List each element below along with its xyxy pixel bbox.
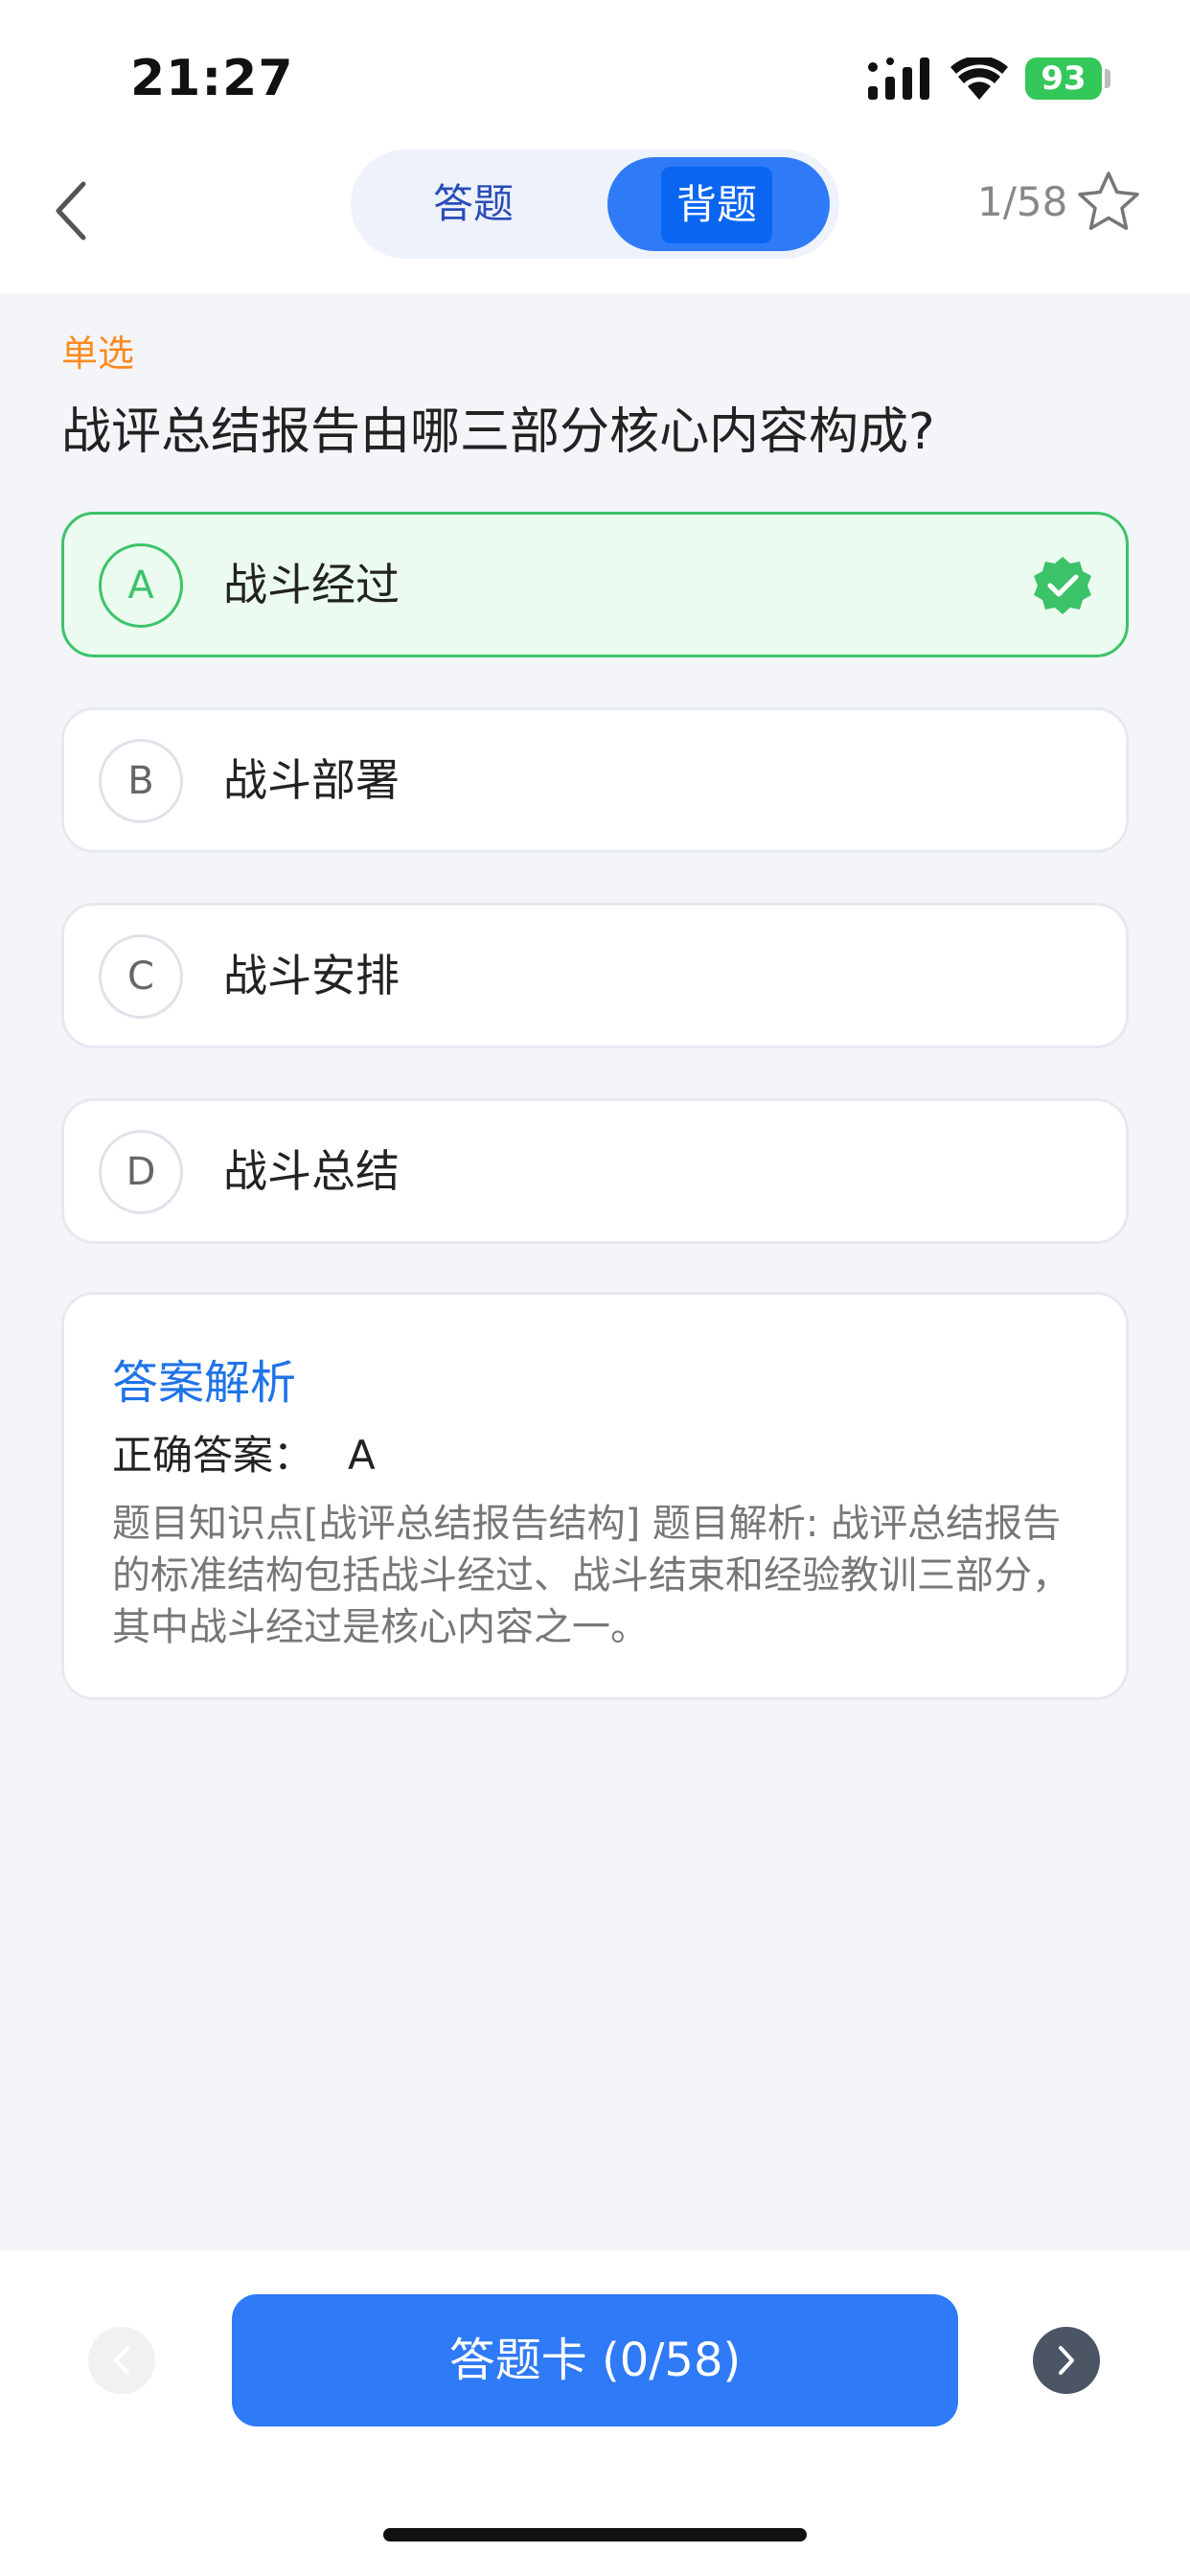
- question-text: 战评总结报告由哪三部分核心内容构成?: [61, 403, 935, 461]
- previous-question-button[interactable]: [88, 2327, 155, 2394]
- option-label: 战斗总结: [223, 1145, 400, 1197]
- option-letter: C: [99, 934, 183, 1019]
- nav-bar: 答题 背题 1/58: [0, 144, 1190, 293]
- answer-card-button[interactable]: 答题卡 (0/58): [232, 2294, 958, 2426]
- star-icon[interactable]: [1075, 169, 1142, 236]
- option-d[interactable]: D 战斗总结: [61, 1098, 1129, 1244]
- battery-indicator: 93: [1025, 58, 1102, 100]
- wifi-icon: [950, 58, 1008, 100]
- question-type-tag: 单选: [61, 333, 135, 375]
- option-letter: A: [99, 543, 183, 628]
- analysis-title: 答案解析: [112, 1356, 297, 1410]
- correct-answer-row: 正确答案： A: [112, 1423, 376, 1482]
- battery-cap: [1105, 69, 1110, 88]
- option-letter: D: [99, 1130, 183, 1214]
- option-c[interactable]: C 战斗安排: [61, 903, 1129, 1048]
- option-a[interactable]: A 战斗经过: [61, 512, 1129, 657]
- back-button[interactable]: [36, 172, 103, 249]
- status-time: 21:27: [130, 50, 294, 107]
- option-label: 战斗安排: [223, 950, 400, 1001]
- chevron-left-icon: [114, 2346, 129, 2375]
- analysis-body: 题目知识点[战评总结报告结构] 题目解析: 战评总结报告的标准结构包括战斗经过、…: [112, 1502, 1070, 1649]
- next-question-button[interactable]: [1033, 2327, 1100, 2394]
- tab-answer[interactable]: 答题: [351, 150, 596, 259]
- tab-study[interactable]: 背题: [661, 167, 772, 243]
- check-badge-icon: [1034, 557, 1091, 614]
- correct-answer-label: 正确答案：: [112, 1432, 314, 1479]
- answer-analysis-card: 答案解析 正确答案： A 题目知识点[战评总结报告结构] 题目解析: 战评总结报告…: [61, 1292, 1129, 1700]
- chevron-right-icon: [1059, 2346, 1074, 2375]
- bottom-bar: 答题卡 (0/58): [0, 2250, 1190, 2576]
- option-label: 战斗经过: [223, 559, 400, 610]
- correct-answer-value: A: [348, 1432, 376, 1479]
- chevron-left-icon: [56, 181, 86, 241]
- question-counter: 1/58: [977, 178, 1068, 225]
- status-bar: 21:27 93: [0, 0, 1190, 144]
- cellular-signal-icon: [868, 58, 929, 100]
- option-b[interactable]: B 战斗部署: [61, 707, 1129, 853]
- screen: 21:27 93 答题 背题 1/58 单选 战评总结报告由哪三部分核心内容构成…: [0, 0, 1190, 2576]
- option-label: 战斗部署: [223, 754, 400, 806]
- home-indicator[interactable]: [383, 2528, 807, 2542]
- option-letter: B: [99, 739, 183, 823]
